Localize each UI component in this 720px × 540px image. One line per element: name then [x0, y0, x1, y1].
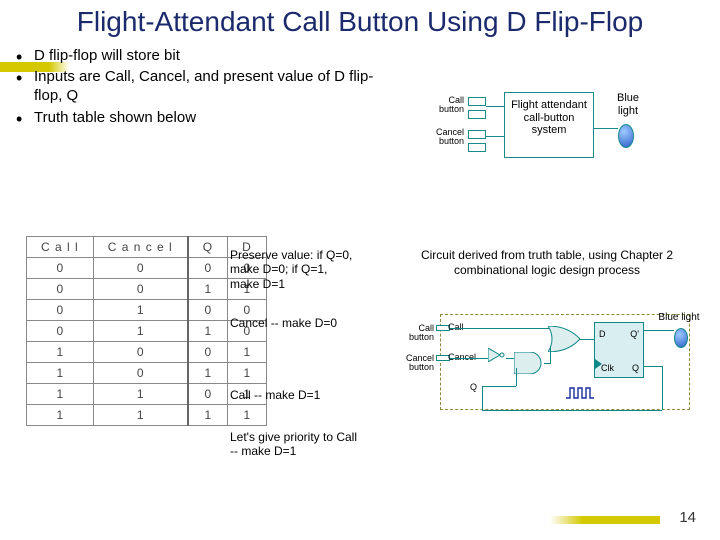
truth-cell: 0 [93, 363, 188, 384]
blue-light-label: Blue light [608, 92, 648, 117]
signal-box-icon [468, 130, 486, 139]
truth-cell: 0 [27, 279, 94, 300]
call-button-label: Call button [424, 96, 464, 115]
truth-cell: 1 [188, 405, 228, 426]
truth-cell: 1 [93, 321, 188, 342]
truth-cell: 1 [93, 300, 188, 321]
circuit-caption: Circuit derived from truth table, using … [418, 248, 676, 278]
truth-cell: 1 [27, 405, 94, 426]
bullet-item: Inputs are Call, Cancel, and present val… [34, 67, 392, 105]
wire-icon [662, 366, 663, 410]
truth-cell: 1 [27, 363, 94, 384]
call-button-label: Call button [396, 324, 434, 343]
wire-icon [482, 386, 516, 387]
circuit-diagram: Call button Cancel button Call Cancel Q … [396, 310, 696, 440]
truth-cell: 1 [188, 363, 228, 384]
wire-icon [644, 330, 674, 331]
signal-box-icon [468, 97, 486, 106]
truth-cell: 1 [228, 405, 267, 426]
not-gate-icon [488, 348, 506, 362]
annotation-priority: Let's give priority to Call -- make D=1 [230, 430, 360, 459]
d-flip-flop-icon: D Q' Q Clk [594, 322, 644, 378]
wire-icon [450, 328, 550, 329]
cancel-button-label: Cancel button [424, 128, 464, 147]
truth-cell: 1 [188, 321, 228, 342]
annotation-cancel: Cancel -- make D=0 [230, 316, 360, 330]
cancel-button-label: Cancel button [396, 354, 434, 373]
or-gate-icon [548, 326, 580, 352]
cancel-pin-label: Cancel [448, 352, 476, 362]
q-pin-label: Q [470, 382, 477, 392]
wire-icon [450, 358, 488, 359]
wire-icon [594, 128, 618, 129]
truth-cell: 1 [188, 279, 228, 300]
truth-cell: 0 [188, 384, 228, 405]
annotation-call: Call -- make D=1 [230, 388, 360, 402]
truth-cell: 0 [27, 321, 94, 342]
truth-cell: 1 [93, 405, 188, 426]
th-cancel: C a n c e l [93, 237, 188, 258]
annotation-preserve: Preserve value: if Q=0, make D=0; if Q=1… [230, 248, 360, 291]
truth-cell: 1 [27, 342, 94, 363]
truth-cell: 0 [93, 279, 188, 300]
wire-icon [486, 106, 504, 107]
and-gate-icon [514, 352, 544, 374]
clk-pin-label: Clk [601, 363, 614, 373]
wire-icon [580, 339, 594, 340]
bullet-list: D flip-flop will store bit Inputs are Ca… [0, 42, 402, 127]
wire-icon [516, 368, 517, 386]
qprime-pin-label: Q' [630, 329, 639, 339]
d-pin-label: D [599, 329, 606, 339]
slide-title: Flight-Attendant Call Button Using D Fli… [0, 0, 720, 42]
system-box: Flight attendant call-button system [504, 92, 594, 158]
clock-waveform-icon [566, 386, 594, 400]
wire-icon [644, 366, 662, 367]
page-number: 14 [679, 509, 696, 526]
truth-cell: 0 [188, 258, 228, 279]
blue-light-label: Blue light [654, 312, 704, 323]
bullet-item: Truth table shown below [34, 108, 392, 127]
truth-cell: 1 [93, 384, 188, 405]
signal-box-icon [468, 110, 486, 119]
truth-cell: 0 [188, 300, 228, 321]
wire-icon [486, 136, 504, 137]
blue-light-icon [618, 124, 634, 148]
bullet-item: D flip-flop will store bit [34, 46, 392, 65]
wire-icon [550, 346, 551, 364]
call-pin-label: Call [448, 322, 464, 332]
clock-triangle-icon [595, 359, 602, 369]
truth-cell: 0 [93, 342, 188, 363]
truth-cell: 1 [27, 384, 94, 405]
truth-cell: 1 [228, 363, 267, 384]
truth-cell: 0 [188, 342, 228, 363]
signal-box-icon [468, 143, 486, 152]
footer-accent-stripe [550, 516, 660, 524]
truth-cell: 0 [27, 258, 94, 279]
truth-cell: 0 [27, 300, 94, 321]
truth-cell: 1 [228, 342, 267, 363]
th-q: Q [188, 237, 228, 258]
truth-cell: 0 [93, 258, 188, 279]
th-call: C a l l [27, 237, 94, 258]
wire-icon [482, 410, 662, 411]
wire-icon [482, 386, 483, 410]
blue-light-icon [674, 328, 688, 348]
q-out-pin-label: Q [632, 363, 639, 373]
block-diagram: Call button Cancel button Flight attenda… [466, 94, 650, 166]
